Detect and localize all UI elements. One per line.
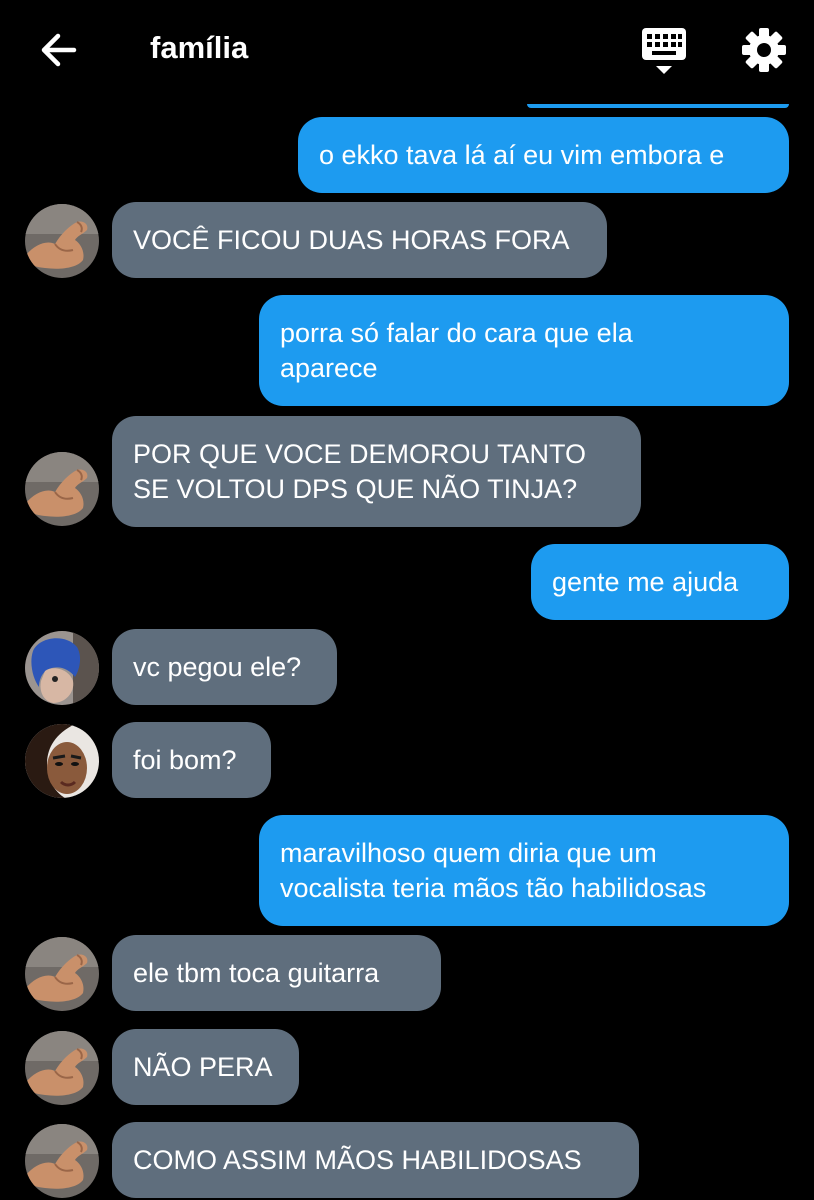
chat-header: família (0, 0, 814, 100)
arrow-left-icon[interactable] (36, 28, 80, 72)
flexed-arm-avatar[interactable] (25, 1031, 99, 1105)
flexed-arm-avatar[interactable] (25, 937, 99, 1011)
gear-icon[interactable] (740, 26, 788, 74)
outgoing-message[interactable]: gente me ajuda (531, 544, 789, 620)
incoming-message[interactable]: foi bom? (112, 722, 271, 798)
conversation-title: família (150, 30, 249, 65)
flexed-arm-avatar[interactable] (25, 1124, 99, 1198)
incoming-message[interactable]: NÃO PERA (112, 1029, 299, 1105)
incoming-message[interactable]: vc pegou ele? (112, 629, 337, 705)
incoming-message[interactable]: VOCÊ FICOU DUAS HORAS FORA (112, 202, 607, 278)
makeup-face-avatar[interactable] (25, 724, 99, 798)
outgoing-message[interactable]: maravilhoso quem diria que um vocalista … (259, 815, 789, 926)
outgoing-message[interactable]: o ekko tava lá aí eu vim embora e (298, 117, 789, 193)
flexed-arm-avatar[interactable] (25, 204, 99, 278)
outgoing-message[interactable]: porra só falar do cara que ela aparece (259, 295, 789, 406)
incoming-message[interactable]: ele tbm toca guitarra (112, 935, 441, 1011)
previous-message-edge (527, 104, 789, 108)
blue-hair-avatar[interactable] (25, 631, 99, 705)
keyboard-icon[interactable] (638, 26, 690, 76)
incoming-message[interactable]: COMO ASSIM MÃOS HABILIDOSAS (112, 1122, 639, 1198)
incoming-message[interactable]: POR QUE VOCE DEMOROU TANTO SE VOLTOU DPS… (112, 416, 641, 527)
flexed-arm-avatar[interactable] (25, 452, 99, 526)
